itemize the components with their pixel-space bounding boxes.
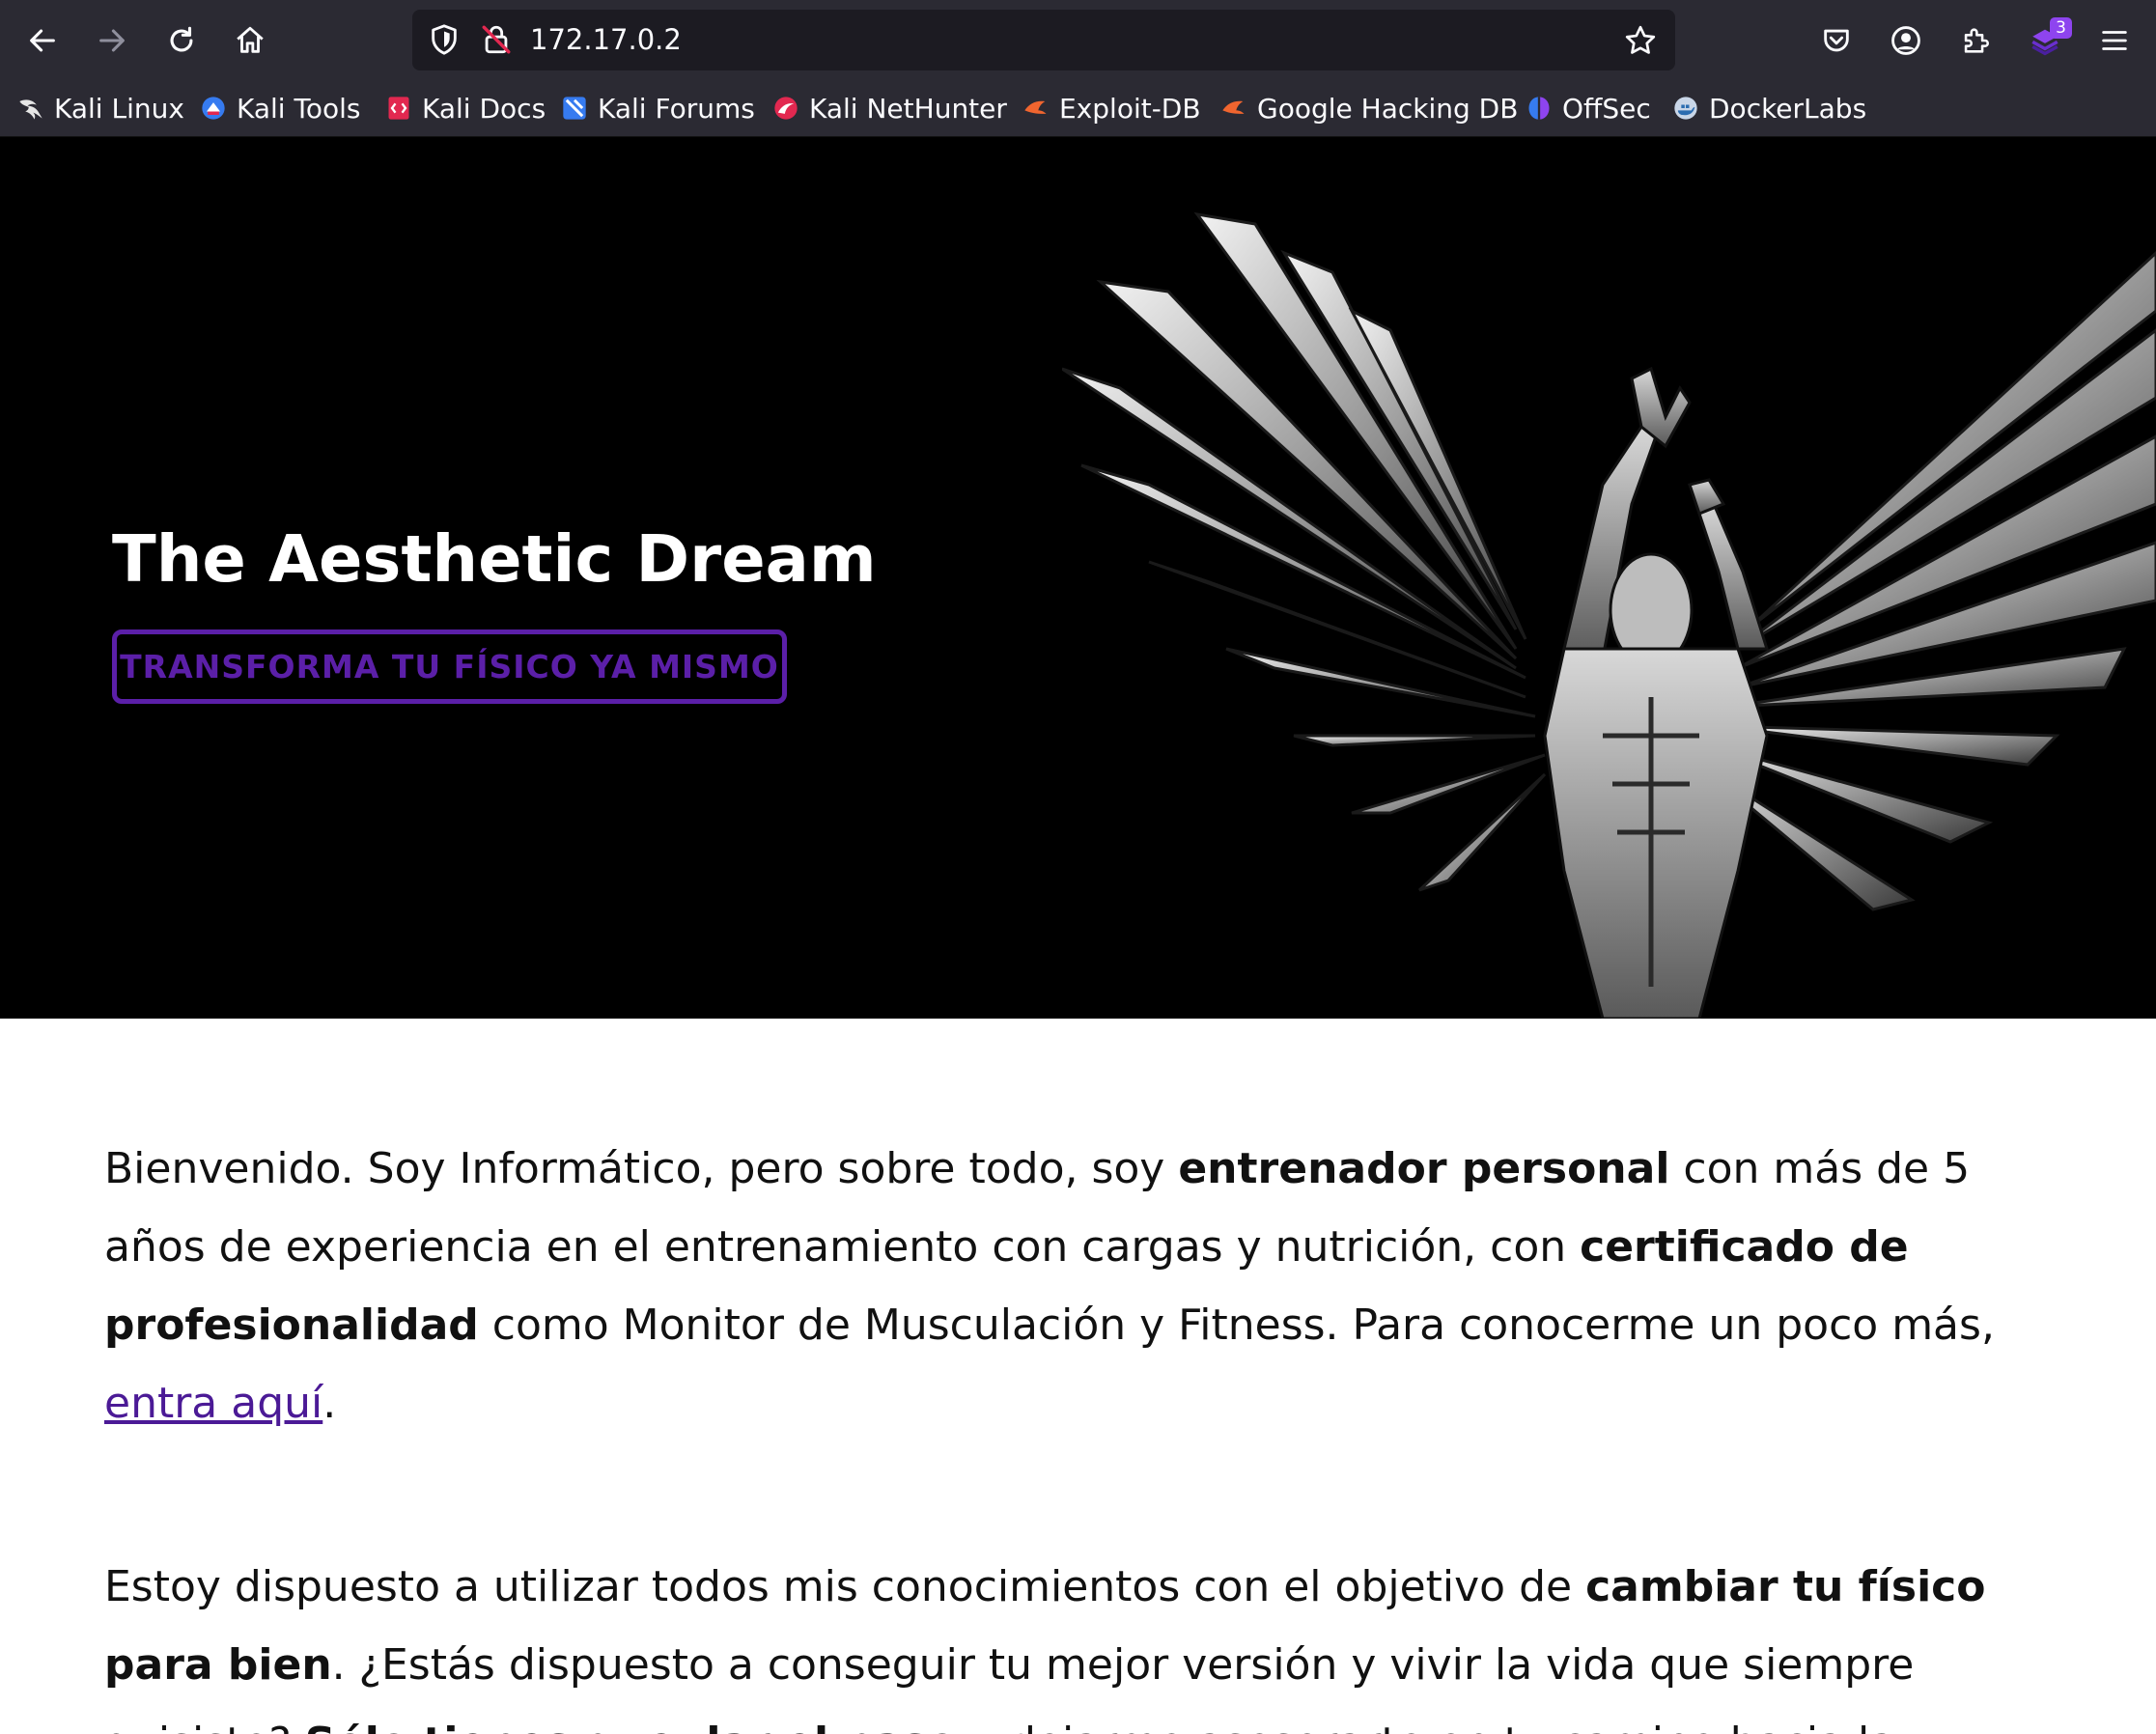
bookmark-dockerlabs[interactable]: DockerLabs (1672, 89, 1866, 127)
main-content: Bienvenido. Soy Informático, pero sobre … (104, 1130, 2064, 1734)
kali-dragon-icon (19, 99, 42, 120)
home-button[interactable] (223, 14, 277, 68)
forward-arrow-icon (99, 29, 125, 52)
intro-paragraph: Bienvenido. Soy Informático, pero sobre … (104, 1130, 2064, 1442)
nethunter-icon (774, 97, 798, 120)
extension-button[interactable]: 3 (2018, 14, 2072, 68)
home-icon (237, 26, 264, 53)
hero-section: The Aesthetic Dream TRANSFORMA TU FÍSICO… (0, 137, 2156, 1019)
puzzle-icon (1964, 28, 1989, 53)
bookmark-kali-nethunter[interactable]: Kali NetHunter (772, 89, 1007, 127)
exploit-db-icon (1024, 100, 1047, 114)
dockerlabs-icon (1674, 97, 1697, 120)
reload-icon (170, 26, 193, 52)
motivation-bold-step: Sólo tienes que dar el paso (305, 1719, 957, 1734)
motivation-paragraph: Estoy dispuesto a utilizar todos mis con… (104, 1548, 2064, 1734)
insecure-lock-icon[interactable] (480, 23, 513, 56)
kali-docs-icon (388, 97, 409, 120)
ghdb-icon (1222, 100, 1245, 114)
motivation-text: Estoy dispuesto a utilizar todos mis con… (104, 1562, 1586, 1611)
back-button[interactable] (15, 14, 70, 68)
menu-button[interactable] (2087, 14, 2142, 68)
url-text[interactable]: 172.17.0.2 (530, 23, 682, 56)
about-me-link[interactable]: entra aquí (104, 1379, 322, 1428)
account-icon (1891, 26, 1920, 55)
address-bar[interactable]: 172.17.0.2 (412, 10, 1675, 70)
bookmark-kali-docs[interactable]: Kali Docs (385, 89, 546, 127)
bookmark-kali-forums[interactable]: Kali Forums (561, 89, 755, 127)
intro-text: Bienvenido. Soy Informático, pero sobre … (104, 1144, 1179, 1193)
intro-text-3: como Monitor de Musculación y Fitness. P… (478, 1300, 1995, 1350)
tracking-protection-shield-icon[interactable] (428, 23, 461, 56)
hamburger-menu-icon (2102, 31, 2127, 50)
bookmark-offsec[interactable]: OffSec (1526, 89, 1651, 127)
hero-title: The Aesthetic Dream (112, 521, 877, 597)
back-arrow-icon (30, 29, 55, 52)
kali-tools-icon (202, 97, 225, 120)
motivation-text-3: y dejarme asesorarte en tu camino hacia … (957, 1719, 1895, 1734)
pocket-icon (1824, 29, 1849, 52)
forward-button[interactable] (85, 14, 139, 68)
transform-cta-button[interactable]: TRANSFORMA TU FÍSICO YA MISMO (112, 629, 787, 704)
account-button[interactable] (1879, 14, 1933, 68)
intro-bold-personal-trainer: entrenador personal (1178, 1144, 1670, 1193)
winged-bodybuilder-illustration (1062, 211, 2156, 1019)
intro-period: . (322, 1379, 337, 1428)
bookmark-exploit-db[interactable]: Exploit-DB (1022, 89, 1201, 127)
bookmark-google-hacking-db[interactable]: Google Hacking DB (1220, 89, 1518, 127)
browser-toolbar: 172.17.0.2 3 (0, 0, 2156, 81)
bookmark-kali-linux[interactable]: Kali Linux (17, 89, 184, 127)
bookmark-kali-tools[interactable]: Kali Tools (200, 89, 360, 127)
extension-badge: 3 (2050, 17, 2072, 39)
reload-button[interactable] (154, 14, 209, 68)
kali-forums-icon (563, 97, 586, 120)
bookmark-star-icon[interactable] (1623, 23, 1658, 58)
offsec-icon (1528, 97, 1550, 120)
extensions-button[interactable] (1948, 14, 2002, 68)
bookmarks-toolbar: Kali Linux Kali Tools Kali Docs Kali For… (0, 81, 2156, 137)
pocket-button[interactable] (1809, 14, 1863, 68)
